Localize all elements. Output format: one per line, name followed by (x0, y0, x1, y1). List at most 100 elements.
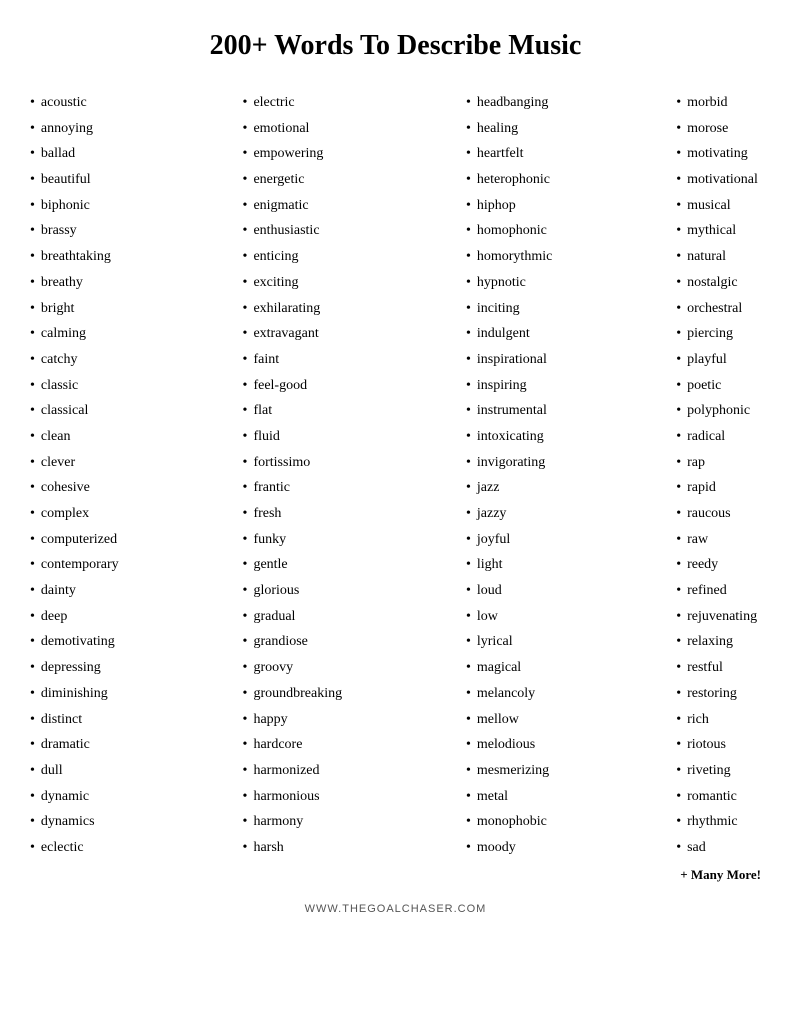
word-label: motivational (687, 169, 758, 191)
list-item: •complex (30, 503, 119, 525)
word-label: gradual (253, 606, 295, 628)
bullet-icon: • (243, 683, 248, 705)
list-item: •morose (676, 118, 761, 140)
bullet-icon: • (676, 529, 681, 551)
bullet-icon: • (676, 92, 681, 114)
list-item: •annoying (30, 118, 119, 140)
word-label: enticing (253, 246, 298, 268)
bullet-icon: • (466, 580, 471, 602)
word-label: radical (687, 426, 725, 448)
word-label: jazzy (477, 503, 507, 525)
bullet-icon: • (676, 709, 681, 731)
word-label: monophobic (477, 811, 547, 833)
list-item: •inspiring (466, 375, 552, 397)
column-3: •headbanging•healing•heartfelt•heteropho… (466, 92, 552, 883)
list-item: •clean (30, 426, 119, 448)
bullet-icon: • (243, 734, 248, 756)
bullet-icon: • (466, 709, 471, 731)
word-label: groundbreaking (253, 683, 342, 705)
word-label: polyphonic (687, 400, 750, 422)
word-label: raucous (687, 503, 731, 525)
word-label: fresh (253, 503, 281, 525)
list-item: •natural (676, 246, 761, 268)
list-item: •moody (466, 837, 552, 859)
bullet-icon: • (243, 657, 248, 679)
more-label: + Many More! (680, 867, 761, 883)
bullet-icon: • (30, 657, 35, 679)
bullet-icon: • (243, 426, 248, 448)
list-item: •mellow (466, 709, 552, 731)
bullet-icon: • (466, 246, 471, 268)
list-item: •poetic (676, 375, 761, 397)
word-label: piercing (687, 323, 733, 345)
list-item: •enticing (243, 246, 343, 268)
bullet-icon: • (243, 349, 248, 371)
word-label: glorious (253, 580, 299, 602)
bullet-icon: • (243, 554, 248, 576)
bullet-icon: • (466, 118, 471, 140)
word-label: faint (253, 349, 279, 371)
bullet-icon: • (243, 760, 248, 782)
word-label: lyrical (477, 631, 513, 653)
bullet-icon: • (243, 477, 248, 499)
list-item: •emotional (243, 118, 343, 140)
list-item: •low (466, 606, 552, 628)
word-label: indulgent (477, 323, 530, 345)
list-item: •polyphonic (676, 400, 761, 422)
bullet-icon: • (676, 272, 681, 294)
bullet-icon: • (466, 734, 471, 756)
bullet-icon: • (243, 529, 248, 551)
list-item: •acoustic (30, 92, 119, 114)
bullet-icon: • (676, 554, 681, 576)
list-item: •glorious (243, 580, 343, 602)
list-item: •rejuvenating (676, 606, 761, 628)
word-label: playful (687, 349, 727, 371)
word-label: harmonized (253, 760, 319, 782)
bullet-icon: • (676, 349, 681, 371)
list-item: •reedy (676, 554, 761, 576)
word-label: distinct (41, 709, 82, 731)
column-4: •morbid•morose•motivating•motivational•m… (676, 92, 761, 883)
list-item: •harmonized (243, 760, 343, 782)
list-item: •fortissimo (243, 452, 343, 474)
word-label: inciting (477, 298, 520, 320)
bullet-icon: • (243, 118, 248, 140)
list-item: •empowering (243, 143, 343, 165)
bullet-icon: • (466, 529, 471, 551)
word-label: depressing (41, 657, 101, 679)
word-label: beautiful (41, 169, 91, 191)
list-item: •computerized (30, 529, 119, 551)
list-item: •lyrical (466, 631, 552, 653)
list-item: •frantic (243, 477, 343, 499)
bullet-icon: • (466, 92, 471, 114)
word-label: energetic (253, 169, 304, 191)
bullet-icon: • (676, 631, 681, 653)
bullet-icon: • (243, 375, 248, 397)
list-item: •ballad (30, 143, 119, 165)
bullet-icon: • (676, 683, 681, 705)
list-item: •enigmatic (243, 195, 343, 217)
bullet-icon: • (466, 811, 471, 833)
list-item: •groundbreaking (243, 683, 343, 705)
list-item: •distinct (30, 709, 119, 731)
word-label: hiphop (477, 195, 516, 217)
bullet-icon: • (30, 298, 35, 320)
word-label: poetic (687, 375, 721, 397)
list-item: •rich (676, 709, 761, 731)
list-item: •nostalgic (676, 272, 761, 294)
word-label: low (477, 606, 498, 628)
word-label: hypnotic (477, 272, 526, 294)
word-label: calming (41, 323, 86, 345)
word-label: rhythmic (687, 811, 738, 833)
list-item: •jazz (466, 477, 552, 499)
word-label: dainty (41, 580, 76, 602)
list-item: •heartfelt (466, 143, 552, 165)
word-label: complex (41, 503, 89, 525)
list-item: •loud (466, 580, 552, 602)
bullet-icon: • (466, 760, 471, 782)
word-label: magical (477, 657, 521, 679)
list-item: •hiphop (466, 195, 552, 217)
word-label: headbanging (477, 92, 549, 114)
word-label: contemporary (41, 554, 119, 576)
list-item: •inspirational (466, 349, 552, 371)
